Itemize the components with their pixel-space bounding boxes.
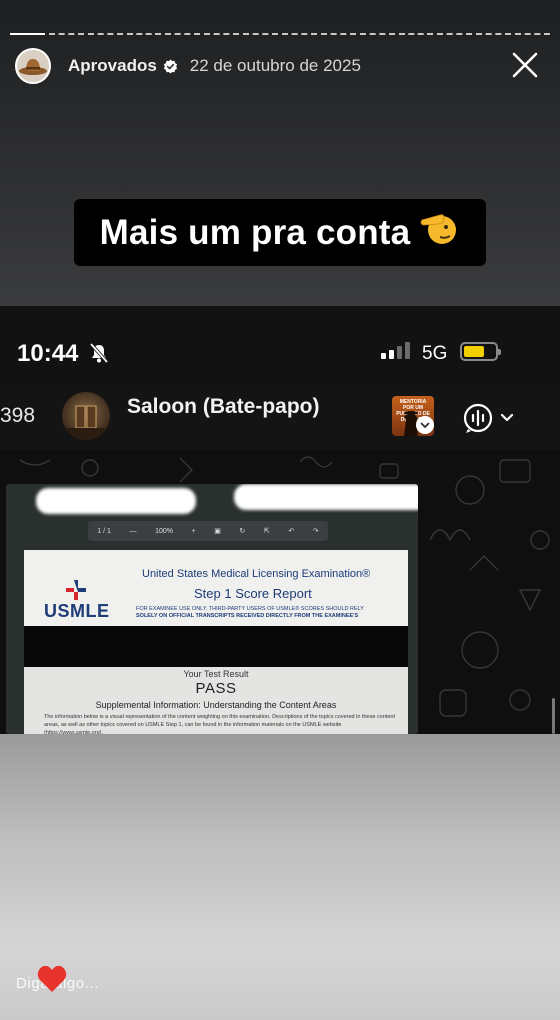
pdf-toolbar-item: ⇱ [263, 528, 270, 535]
pdf-toolbar-item: + [191, 527, 196, 535]
signal-icon [381, 342, 410, 359]
network-type: 5G [422, 343, 448, 364]
chevron-badge-icon [416, 416, 434, 434]
chat-header: 398 Saloon (Bate-papo) MENTORIA POR UM P… [0, 386, 560, 450]
progress-segment [126, 33, 162, 37]
chat-area: 1 / 1 — 100% + ▣ ↻ ⇱ ↶ ↷ USMLE United States Med… [0, 450, 560, 734]
supplemental-heading: Supplemental Information: Understanding … [95, 700, 337, 710]
story-caption: Mais um pra conta [74, 199, 486, 266]
battery-icon [460, 342, 501, 361]
story-username[interactable]: Aprovados [68, 56, 157, 76]
pdf-toolbar-item: ↶ [288, 528, 295, 535]
progress-segment [165, 33, 201, 37]
group-name[interactable]: Saloon (Bate-papo) [127, 395, 320, 419]
progress-segment [476, 33, 512, 37]
caption-text: Mais um pra conta [99, 212, 411, 252]
score-report-photo[interactable]: 1 / 1 — 100% + ▣ ↻ ⇱ ↶ ↷ USMLE United States Med… [6, 484, 418, 734]
bell-slash-icon [88, 342, 110, 369]
shared-screenshot: 10:44 5G 398 Saloon (Bate-papo) MENTORIA… [0, 306, 560, 734]
pdf-toolbar-item: ↻ [239, 528, 246, 535]
scrollbar[interactable] [552, 698, 555, 734]
progress-segment [48, 33, 84, 37]
report-notice: FOR EXAMINEE USE ONLY. THIRD-PARTY USERS… [136, 606, 398, 620]
pdf-toolbar: 1 / 1 — 100% + ▣ ↻ ⇱ ↶ ↷ [88, 521, 328, 541]
reply-bar [12, 960, 548, 1006]
progress-segment [515, 33, 551, 37]
progress-segment [204, 33, 240, 37]
status-time: 10:44 [17, 340, 79, 367]
report-title-line1: United States Medical Licensing Examinat… [142, 568, 371, 580]
progress-segment [359, 33, 395, 37]
pdf-toolbar-item: 1 / 1 [97, 527, 111, 535]
story-header: Aprovados 22 de outubro de 2025 [15, 46, 550, 86]
progress-segment [243, 33, 279, 37]
score-report-document: USMLE United States Medical Licensing Ex… [24, 550, 408, 734]
progress-segment [282, 33, 317, 37]
close-icon[interactable] [510, 50, 540, 80]
story-date: 22 de outubro de 2025 [189, 56, 361, 75]
reply-input[interactable] [12, 973, 498, 993]
heart-icon[interactable] [37, 965, 67, 993]
story-progress-bar [10, 33, 551, 37]
pdf-toolbar-item: ↷ [312, 528, 319, 535]
progress-segment [437, 33, 473, 37]
report-title-line2: Step 1 Score Report [194, 586, 312, 601]
redaction-scribble [234, 484, 418, 510]
group-avatar[interactable] [62, 392, 110, 440]
phone-status-bar: 10:44 5G [0, 306, 560, 386]
report-header: USMLE United States Medical Licensing Ex… [24, 550, 408, 626]
result-label: Your Test Result [183, 669, 249, 679]
pdf-toolbar-item: ▣ [214, 528, 221, 535]
usmle-logo-text: USMLE [44, 601, 110, 621]
pdf-toolbar-item: — [129, 527, 137, 535]
story-viewer: Aprovados 22 de outubro de 2025 Mais um … [0, 0, 560, 1020]
voice-chat-icon[interactable] [462, 402, 518, 434]
progress-segment [10, 33, 45, 37]
result-value: PASS [195, 680, 237, 697]
pdf-toolbar-item: 100% [155, 527, 173, 535]
progress-segment [398, 33, 434, 37]
progress-segment [87, 33, 123, 37]
notice-line2: SOLELY ON OFFICIAL TRANSCRIPTS RECEIVED … [136, 613, 359, 619]
supplemental-paragraph: The information below is a visual repres… [44, 714, 395, 734]
saluting-face-emoji [420, 210, 460, 255]
unread-count[interactable]: 398 [0, 404, 35, 428]
redaction-scribble [36, 488, 196, 514]
notice-line1: FOR EXAMINEE USE ONLY. THIRD-PARTY USERS… [136, 606, 364, 612]
cowboy-hat-icon[interactable] [15, 48, 51, 84]
progress-segment [320, 33, 356, 37]
verified-badge-icon [163, 58, 178, 74]
redacted-bar [24, 626, 408, 667]
